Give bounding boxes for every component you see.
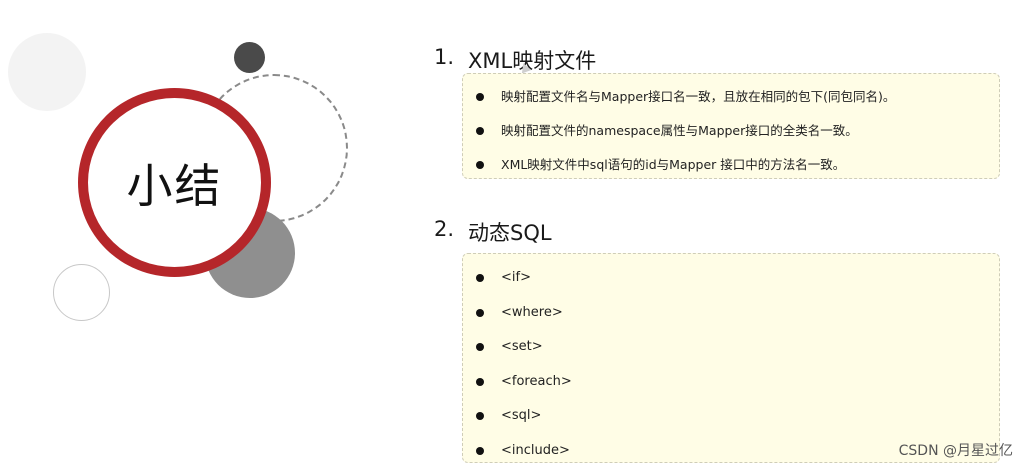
bullet-icon <box>476 92 484 101</box>
list-item-text: XML映射文件中sql语句的id与Mapper 接口中的方法名一致。 <box>501 157 846 172</box>
summary-badge-text: 小结 <box>126 158 223 213</box>
list-item: <foreach> <box>463 372 999 392</box>
outline-circle-decoration <box>53 264 110 321</box>
bullet-icon <box>476 308 484 317</box>
list-item: 映射配置文件名与Mapper接口名一致，且放在相同的包下(同包同名)。 <box>463 88 999 105</box>
list-item: XML映射文件中sql语句的id与Mapper 接口中的方法名一致。 <box>463 156 999 173</box>
list-item: <set> <box>463 337 999 357</box>
slide: 小结 1. XML映射文件 映射配置文件名与Mapper接口名一致，且放在相同的… <box>0 0 1025 470</box>
list-item-text: <include> <box>501 442 570 458</box>
list-item: <sql> <box>463 406 999 426</box>
list-item-text: <where> <box>501 304 563 320</box>
list-item: <where> <box>463 303 999 323</box>
list-item-text: 映射配置文件名与Mapper接口名一致，且放在相同的包下(同包同名)。 <box>501 89 896 104</box>
bullet-icon <box>476 446 484 455</box>
bullet-icon <box>476 126 484 135</box>
bullet-icon <box>476 412 484 420</box>
watermark: CSDN @月星过亿 <box>898 443 1013 459</box>
list-item-text: <set> <box>501 339 543 354</box>
section-number: 2. <box>434 217 455 241</box>
list-item-text: <if> <box>501 270 531 285</box>
section-title-xml-mapping: 1. XML映射文件 <box>434 45 596 75</box>
xml-mapping-rules-box: 映射配置文件名与Mapper接口名一致，且放在相同的包下(同包同名)。 映射配置… <box>462 73 1000 179</box>
bullet-icon <box>476 343 484 351</box>
list-item-text: 映射配置文件的namespace属性与Mapper接口的全类名一致。 <box>501 123 858 138</box>
light-gray-circle-decoration <box>8 33 86 111</box>
list-item: 映射配置文件的namespace属性与Mapper接口的全类名一致。 <box>463 122 999 139</box>
section-title-text: 动态SQL <box>468 221 552 245</box>
section-title-dynamic-sql: 2. 动态SQL <box>434 217 552 247</box>
list-item: <if> <box>463 268 999 288</box>
xml-mapping-rules-list: 映射配置文件名与Mapper接口名一致，且放在相同的包下(同包同名)。 映射配置… <box>463 74 999 173</box>
dark-dot-decoration <box>234 42 265 73</box>
list-item-text: <sql> <box>501 408 542 423</box>
bullet-icon <box>476 160 484 169</box>
bullet-icon <box>476 377 484 386</box>
summary-badge: 小结 <box>78 88 271 277</box>
dynamic-sql-tags-box: <if> <where> <set> <foreach> <sql> <incl… <box>462 253 1000 463</box>
section-title-text: XML映射文件 <box>468 49 597 73</box>
section-number: 1. <box>434 45 455 69</box>
bullet-icon <box>476 274 484 282</box>
list-item-text: <foreach> <box>501 373 572 389</box>
dynamic-sql-tags-list: <if> <where> <set> <foreach> <sql> <incl… <box>463 254 999 461</box>
